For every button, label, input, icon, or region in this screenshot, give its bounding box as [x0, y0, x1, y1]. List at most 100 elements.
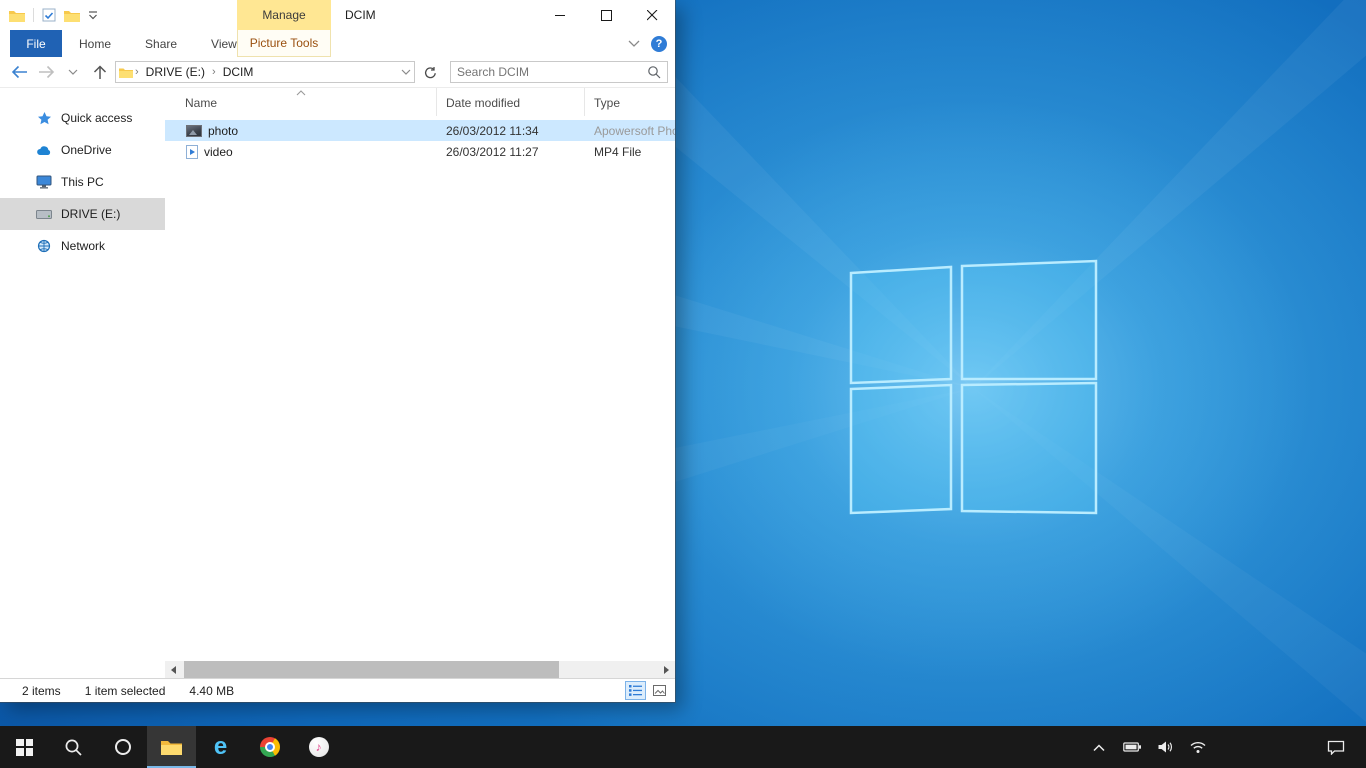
windows-logo-icon [16, 739, 33, 756]
back-button[interactable] [7, 60, 31, 84]
explorer-main: Quick access OneDrive This PC DRIVE (E:) [0, 88, 675, 678]
tab-home[interactable]: Home [62, 30, 128, 57]
sidebar-item-network[interactable]: Network [0, 230, 165, 262]
horizontal-scrollbar[interactable] [165, 661, 675, 678]
properties-button[interactable] [42, 8, 56, 22]
selection-size: 4.40 MB [189, 684, 234, 698]
search-input[interactable] [457, 65, 647, 79]
minimize-icon [555, 10, 566, 21]
tab-picture-tools[interactable]: Picture Tools [237, 30, 331, 57]
forward-button[interactable] [34, 60, 58, 84]
computer-icon [36, 174, 52, 190]
address-dropdown-chevron-icon[interactable] [401, 69, 411, 76]
sidebar-item-label: OneDrive [61, 143, 112, 157]
scroll-right-arrow[interactable] [658, 661, 675, 678]
back-arrow-icon [11, 65, 28, 79]
column-header-date-modified[interactable]: Date modified [437, 88, 585, 116]
scroll-left-arrow[interactable] [165, 661, 182, 678]
large-icons-view-button[interactable] [649, 681, 670, 700]
search-box [450, 61, 668, 83]
item-count: 2 items [22, 684, 61, 698]
column-header-name[interactable]: Name [165, 88, 437, 116]
sidebar-item-label: Quick access [61, 111, 132, 125]
quick-access-toolbar [0, 8, 98, 22]
window-title: DCIM [345, 0, 376, 30]
sidebar-item-this-pc[interactable]: This PC [0, 166, 165, 198]
column-header-label: Type [594, 96, 620, 110]
internet-explorer-icon: e [214, 735, 227, 759]
ribbon-right-controls: ? [628, 30, 667, 57]
scrollbar-thumb[interactable] [184, 661, 559, 678]
photo-file-icon [186, 125, 202, 137]
address-bar[interactable]: › DRIVE (E:) › DCIM [115, 61, 415, 83]
details-view-button[interactable] [625, 681, 646, 700]
sidebar-item-onedrive[interactable]: OneDrive [0, 134, 165, 166]
file-row-video[interactable]: video 26/03/2012 11:27 MP4 File [165, 141, 675, 162]
breadcrumb-segment-drive[interactable]: DRIVE (E:) [141, 62, 210, 82]
sort-ascending-icon [296, 90, 306, 96]
action-center-button[interactable] [1318, 726, 1354, 768]
file-row-photo[interactable]: photo 26/03/2012 11:34 Apowersoft Pho [165, 120, 675, 141]
refresh-button[interactable] [418, 61, 442, 83]
sidebar-item-drive-e[interactable]: DRIVE (E:) [0, 198, 165, 230]
new-folder-button[interactable] [64, 9, 80, 22]
tab-share[interactable]: Share [128, 30, 194, 57]
sidebar-item-quick-access[interactable]: Quick access [0, 102, 165, 134]
help-icon[interactable]: ? [651, 36, 667, 52]
drive-icon [36, 206, 52, 222]
location-folder-icon [119, 67, 133, 78]
navigation-pane: Quick access OneDrive This PC DRIVE (E:) [0, 88, 165, 678]
sidebar-item-label: DRIVE (E:) [61, 207, 120, 221]
sidebar-item-label: This PC [61, 175, 104, 189]
minimize-button[interactable] [537, 0, 583, 30]
manage-contextual-tab[interactable]: Manage [237, 0, 331, 30]
taskbar-search-button[interactable] [49, 726, 98, 768]
close-button[interactable] [629, 0, 675, 30]
file-tab[interactable]: File [10, 30, 62, 57]
volume-icon[interactable] [1155, 733, 1175, 761]
recent-locations-chevron-icon[interactable] [61, 60, 85, 84]
window-controls [537, 0, 675, 30]
up-button[interactable] [88, 60, 112, 84]
selection-summary: 1 item selected [85, 684, 166, 698]
navigation-bar: › DRIVE (E:) › DCIM [0, 57, 675, 88]
system-tray [1089, 726, 1208, 768]
titlebar: Manage DCIM [0, 0, 675, 30]
search-icon[interactable] [647, 65, 661, 79]
file-explorer-window: Manage DCIM File Home Share View Picture… [0, 0, 675, 702]
logo-glow [633, 98, 1313, 678]
breadcrumb-segment-dcim[interactable]: DCIM [218, 62, 259, 82]
column-headers: Name Date modified Type [165, 88, 675, 116]
itunes-icon: ♪ [309, 737, 329, 757]
cortana-button[interactable] [98, 726, 147, 768]
itunes-button[interactable]: ♪ [294, 726, 343, 768]
toolbar-divider [33, 8, 34, 22]
taskbar-file-explorer-button[interactable] [147, 726, 196, 768]
column-header-type[interactable]: Type [585, 88, 675, 116]
view-toggle-buttons [625, 681, 670, 700]
file-name: photo [208, 124, 238, 138]
forward-arrow-icon [38, 65, 55, 79]
battery-icon[interactable] [1122, 733, 1142, 761]
wifi-network-icon[interactable] [1188, 733, 1208, 761]
breadcrumb-chevron-icon[interactable]: › [211, 66, 217, 78]
column-header-label: Date modified [446, 96, 520, 110]
maximize-button[interactable] [583, 0, 629, 30]
up-arrow-icon [93, 65, 107, 80]
hidden-icons-chevron-icon[interactable] [1089, 733, 1109, 761]
customize-toolbar-chevron-icon[interactable] [88, 11, 98, 20]
file-explorer-icon [161, 739, 182, 756]
maximize-icon [601, 10, 612, 21]
file-type: MP4 File [585, 145, 675, 159]
start-button[interactable] [0, 726, 49, 768]
file-rows: photo 26/03/2012 11:34 Apowersoft Pho vi… [165, 116, 675, 678]
status-bar: 2 items 1 item selected 4.40 MB [0, 678, 675, 702]
chrome-button[interactable] [245, 726, 294, 768]
expand-ribbon-chevron-icon[interactable] [628, 40, 640, 48]
refresh-icon [424, 66, 437, 79]
column-header-label: Name [185, 96, 217, 110]
breadcrumb-chevron-icon[interactable]: › [134, 66, 140, 78]
star-icon [36, 110, 52, 126]
file-list-pane: Name Date modified Type photo 26/03/2012… [165, 88, 675, 678]
internet-explorer-button[interactable]: e [196, 726, 245, 768]
